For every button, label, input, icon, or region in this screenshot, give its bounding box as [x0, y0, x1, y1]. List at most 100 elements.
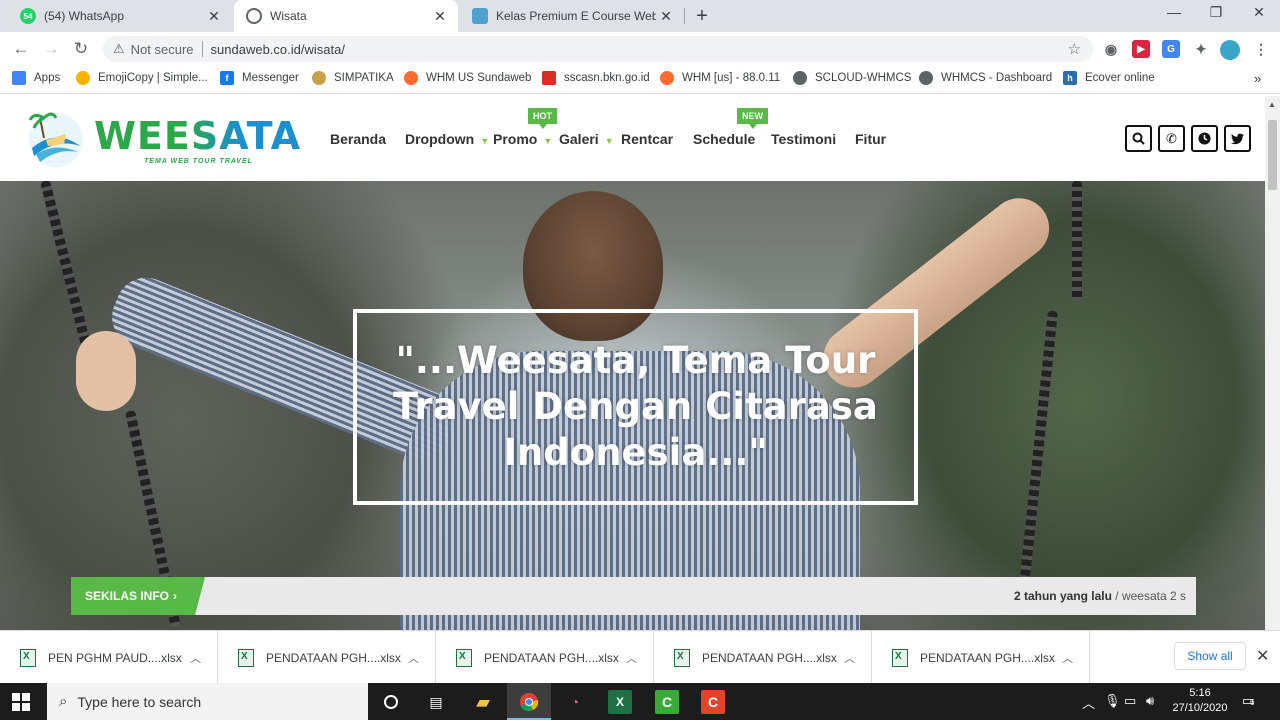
close-icon[interactable]: ✕ [656, 8, 676, 25]
bookmark-emojicopy[interactable]: EmojiCopy | Simple... [76, 71, 208, 85]
bookmark-label: SCLOUD-WHMCS [815, 72, 912, 84]
download-filename: PENDATAAN PGH....xlsx [484, 650, 619, 665]
chrome-logo [520, 693, 539, 712]
download-item[interactable]: PEN PGHM PAUD....xlsx ︿ [0, 631, 218, 684]
nav-fitur[interactable]: Fitur [855, 131, 886, 147]
nav-testimoni[interactable]: Testimoni [771, 131, 836, 147]
camtasia-red-icon[interactable]: C [701, 690, 725, 714]
excel-file-icon [674, 648, 690, 667]
caret-down-icon: ▼ [543, 136, 553, 146]
video-extension-icon[interactable]: ▶ [1132, 40, 1150, 58]
excel-file-icon [20, 648, 36, 667]
clock-button[interactable] [1191, 125, 1218, 152]
puzzle-extensions-icon[interactable]: ✦ [1192, 40, 1210, 58]
bookmark-simpatika[interactable]: SIMPATIKA [312, 71, 394, 85]
download-item[interactable]: PENDATAAN PGH....xlsx ︿ [872, 631, 1090, 684]
close-icon[interactable]: ✕ [1256, 646, 1269, 666]
twitter-button[interactable] [1224, 125, 1251, 152]
scrollbar-thumb[interactable] [1268, 120, 1277, 190]
nav-label: Rentcar [621, 131, 674, 147]
bookmark-messenger[interactable]: f Messenger [220, 71, 299, 85]
page-scrollbar[interactable]: ▲ [1265, 96, 1280, 630]
phone-button[interactable]: ✆ [1158, 125, 1185, 152]
download-filename: PENDATAAN PGH....xlsx [702, 650, 837, 665]
camera-extension-icon[interactable]: ◉ [1102, 40, 1120, 58]
bookmark-label: Ecover online [1085, 72, 1155, 84]
scroll-up-arrow-icon[interactable]: ▲ [1268, 100, 1276, 109]
download-item[interactable]: PENDATAAN PGH....xlsx ︿ [436, 631, 654, 684]
restore-button[interactable]: ❐ [1204, 4, 1228, 24]
chevron-up-icon[interactable]: ︿ [626, 650, 637, 666]
bookmark-whm-us-sundaweb[interactable]: WHM US Sundaweb [404, 71, 531, 85]
url-text[interactable]: sundaweb.co.id/wisata/ [211, 42, 345, 57]
address-bar[interactable]: ⚠ Not secure sundaweb.co.id/wisata/ ☆ [103, 36, 1093, 62]
bookmark-apps[interactable]: Apps [12, 71, 60, 85]
ticker-label-text: SEKILAS INFO [85, 589, 170, 603]
browser-menu-icon[interactable]: ⋮ [1252, 40, 1270, 58]
cortana-icon[interactable] [379, 690, 403, 714]
nav-schedule[interactable]: Schedule [693, 131, 755, 147]
taskbar-search[interactable]: ⌕ Type here to search [47, 683, 368, 720]
chevron-up-icon[interactable]: ︿ [844, 650, 855, 666]
back-button[interactable]: ← [11, 39, 31, 59]
bookmark-whm-us[interactable]: WHM [us] - 88.0.11 [660, 71, 780, 85]
close-icon[interactable]: ✕ [204, 8, 224, 25]
camtasia-green-icon[interactable]: C [655, 690, 679, 714]
file-explorer-icon[interactable]: ▰ [471, 690, 495, 714]
show-all-button[interactable]: Show all [1174, 642, 1246, 670]
bookmark-label: SIMPATIKA [334, 72, 394, 84]
nav-galeri[interactable]: Galeri ▼ [559, 131, 614, 147]
forward-button[interactable]: → [41, 39, 61, 59]
close-icon[interactable]: ✕ [430, 8, 450, 25]
nav-dropdown[interactable]: Dropdown ▼ [405, 131, 489, 147]
chevron-up-icon[interactable]: ︿ [190, 650, 201, 666]
tab-kelas-premium[interactable]: Kelas Premium E Course Website ✕ [460, 0, 684, 32]
windows-start-icon[interactable] [12, 693, 30, 711]
bookmark-label: Messenger [242, 72, 299, 84]
nav-label: Promo [493, 131, 538, 147]
chevron-up-icon[interactable]: ︿ [408, 650, 419, 666]
excel-icon[interactable]: X [608, 690, 632, 714]
bookmark-whmcs-dashboard[interactable]: WHMCS - Dashboard [919, 71, 1052, 85]
site-logo[interactable]: WEESATA TEMA WEB TOUR TRAVEL [26, 108, 300, 172]
bookmark-scloud-whmcs[interactable]: SCLOUD-WHMCS [793, 71, 911, 85]
download-item[interactable]: PENDATAAN PGH....xlsx ︿ [654, 631, 872, 684]
bookmark-star-icon[interactable]: ☆ [1068, 40, 1081, 58]
bookmark-sscasn[interactable]: sscasn.bkn.go.id [542, 71, 650, 85]
nav-promo[interactable]: Promo ▼ [493, 131, 552, 147]
bookmark-ecover-online[interactable]: h Ecover online [1063, 71, 1155, 85]
chevron-up-icon[interactable]: ︿ [1062, 650, 1073, 666]
ticker-text[interactable]: 2 tahun yang lalu / weesata 2 s [1014, 589, 1186, 603]
logo-text: WEESATA [94, 114, 302, 158]
notification-center-icon[interactable]: ▭ 6 [1242, 693, 1254, 709]
minimize-button[interactable]: — [1162, 4, 1186, 24]
ticker-time: 2 tahun yang lalu [1013, 589, 1112, 603]
tab-wisata[interactable]: Wisata ✕ [234, 0, 458, 32]
nav-label: Beranda [330, 131, 387, 147]
whatsapp-icon: 54 [20, 8, 36, 24]
window-close-button[interactable]: ✕ [1247, 4, 1271, 24]
task-view-icon[interactable]: ▤ [424, 690, 448, 714]
download-filename: PENDATAAN PGH....xlsx [266, 650, 401, 665]
profile-avatar[interactable] [1220, 40, 1240, 60]
translate-extension-icon[interactable]: G [1162, 40, 1180, 58]
tab-whatsapp[interactable]: 54 (54) WhatsApp ✕ [8, 0, 232, 32]
nav-rentcar[interactable]: Rentcar [621, 131, 673, 147]
system-clock[interactable]: 5:16 27/10/2020 [1170, 686, 1230, 716]
search-button[interactable] [1125, 125, 1152, 152]
tray-overflow-icon[interactable]: ︿ [1082, 693, 1095, 712]
paint-app-icon[interactable]: ◔ [563, 690, 587, 714]
security-label[interactable]: Not secure [131, 42, 194, 57]
chrome-icon[interactable] [517, 690, 541, 714]
download-filename: PEN PGHM PAUD....xlsx [48, 650, 182, 665]
clock-date: 27/10/2020 [1172, 702, 1228, 714]
network-icon[interactable]: ▭ [1124, 693, 1136, 709]
download-item[interactable]: PENDATAAN PGH....xlsx ︿ [218, 631, 436, 684]
nav-beranda[interactable]: Beranda [330, 131, 386, 147]
volume-icon[interactable]: 🔊︎ [1146, 693, 1154, 709]
microphone-icon[interactable]: 🎙︎ [1104, 693, 1121, 709]
bookmarks-overflow-icon[interactable]: » [1254, 71, 1261, 86]
warning-icon[interactable]: ⚠ [113, 41, 125, 57]
new-tab-button[interactable]: + [692, 5, 712, 28]
reload-button[interactable]: ↻ [71, 39, 91, 59]
